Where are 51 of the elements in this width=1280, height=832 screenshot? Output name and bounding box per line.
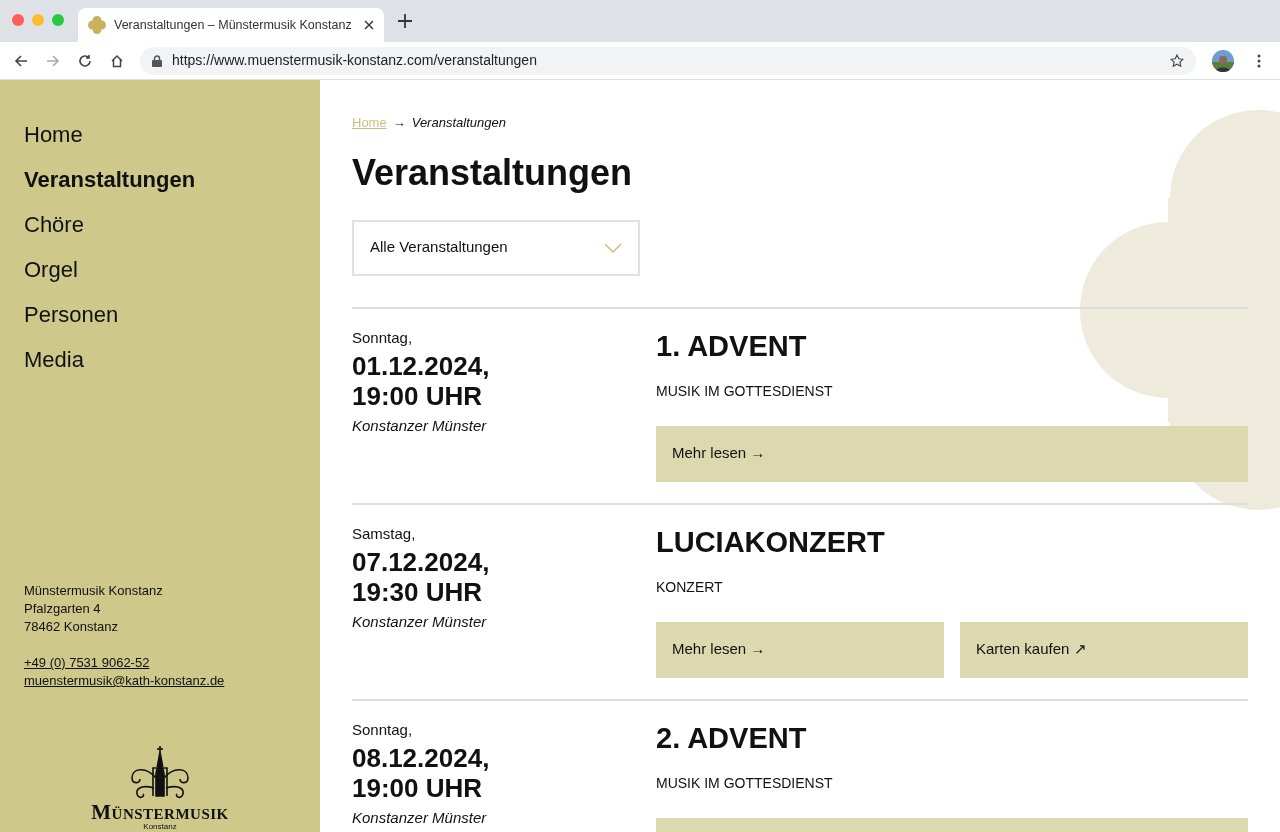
event-button[interactable]: Mehr lesen → xyxy=(656,621,944,678)
event-category: MUSIK IM GOTTESDIENST xyxy=(656,773,834,793)
star-icon[interactable] xyxy=(1170,53,1184,68)
nav-link-item[interactable]: Chöre xyxy=(24,202,84,247)
event-time: 19:00 UHR xyxy=(352,772,484,803)
nav-link-item[interactable]: Media xyxy=(24,337,84,382)
event-location: Konstanzer Münster xyxy=(352,415,488,436)
breadcrumb-current: Veranstaltungen xyxy=(411,114,506,132)
logo-subtitle: Konstanz xyxy=(143,822,177,832)
back-icon[interactable] xyxy=(14,53,28,68)
event-location: Konstanzer Münster xyxy=(352,611,488,632)
logo-wordmark: Münstermusik xyxy=(91,802,229,822)
breadcrumb-separator: → xyxy=(392,114,406,132)
event-category: MUSIK IM GOTTESDIENST xyxy=(656,381,834,401)
event-weekday: Samstag, xyxy=(352,524,417,543)
event-date: 07.12.2024, xyxy=(352,546,491,577)
event-title: LUCIAKONZERT xyxy=(656,524,886,559)
email-link[interactable]: muenstermusik@kath-konstanz.de xyxy=(24,672,225,690)
address-bar[interactable]: https://www.muenstermusik-konstanz.com/veranstaltungen xyxy=(140,46,1196,75)
avatar-icon[interactable] xyxy=(1212,49,1234,72)
event-title: 2. ADVENT xyxy=(656,720,808,755)
event-weekday: Sonntag, xyxy=(352,328,414,347)
menu-icon[interactable] xyxy=(1257,53,1261,68)
nav-link-item[interactable]: Home xyxy=(24,112,83,157)
filter-dropdown[interactable]: Alle Veranstaltungen xyxy=(352,219,640,276)
event-weekday: Sonntag, xyxy=(352,720,414,739)
plus-icon[interactable] xyxy=(398,14,412,28)
address-line: Pfalzgarten 4 xyxy=(24,600,102,618)
event-category: KONZERT xyxy=(656,577,724,597)
event-title: 1. ADVENT xyxy=(656,328,808,363)
clover-icon xyxy=(88,16,106,34)
page-title: Veranstaltungen xyxy=(352,150,634,194)
home-icon[interactable] xyxy=(110,53,124,68)
chevron-down-icon xyxy=(604,242,622,253)
event-location: Konstanzer Münster xyxy=(352,807,488,828)
address-line: 78462 Konstanz xyxy=(24,618,119,636)
close-icon[interactable] xyxy=(364,20,374,30)
nav-link-item[interactable]: Orgel xyxy=(24,247,78,292)
event-date: 08.12.2024, xyxy=(352,742,491,773)
reload-icon[interactable] xyxy=(78,53,92,68)
browser-tab[interactable]: Veranstaltungen – Münstermusik Konstanz xyxy=(78,8,384,42)
event-button[interactable]: Karten kaufen ↗ xyxy=(960,621,1248,678)
phone-link[interactable]: +49 (0) 7531 9062-52 xyxy=(24,654,150,672)
address-line: Münstermusik Konstanz xyxy=(24,582,164,600)
event-time: 19:30 UHR xyxy=(352,576,484,607)
event-button[interactable]: Mehr lesen → xyxy=(656,425,1248,482)
event-date: 01.12.2024, xyxy=(352,350,491,381)
event-time: 19:00 UHR xyxy=(352,380,484,411)
nav-link-item[interactable]: Personen xyxy=(24,292,119,337)
nav-link-item[interactable]: Veranstaltungen xyxy=(24,157,196,202)
lock-icon xyxy=(152,54,162,67)
